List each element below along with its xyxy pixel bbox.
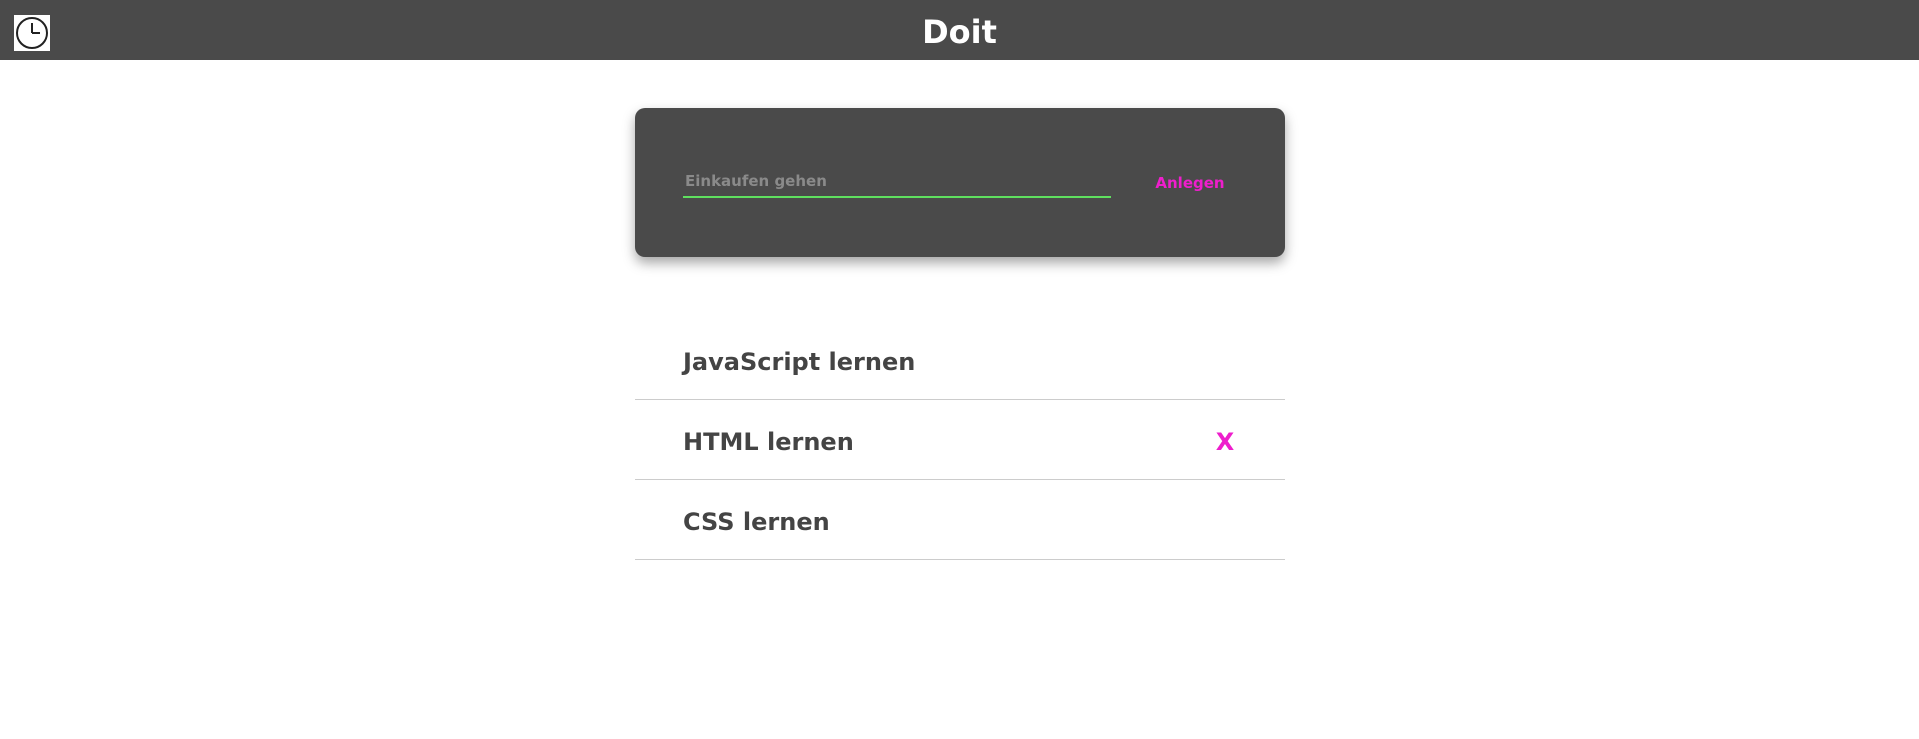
todo-item[interactable]: CSS lernen bbox=[635, 480, 1285, 560]
delete-button[interactable]: X bbox=[1205, 400, 1245, 484]
app-header: Doit bbox=[0, 0, 1919, 60]
todo-item[interactable]: HTML lernen X bbox=[635, 400, 1285, 480]
todo-list: JavaScript lernen HTML lernen X CSS lern… bbox=[635, 320, 1285, 560]
new-task-input[interactable] bbox=[683, 166, 1111, 198]
todo-text: CSS lernen bbox=[683, 508, 830, 536]
todo-text: JavaScript lernen bbox=[683, 348, 916, 376]
new-task-card: Anlegen bbox=[635, 108, 1285, 257]
todo-item[interactable]: JavaScript lernen bbox=[635, 320, 1285, 400]
todo-text: HTML lernen bbox=[683, 428, 854, 456]
add-task-button[interactable]: Anlegen bbox=[1135, 168, 1245, 198]
app-title: Doit bbox=[922, 13, 997, 51]
